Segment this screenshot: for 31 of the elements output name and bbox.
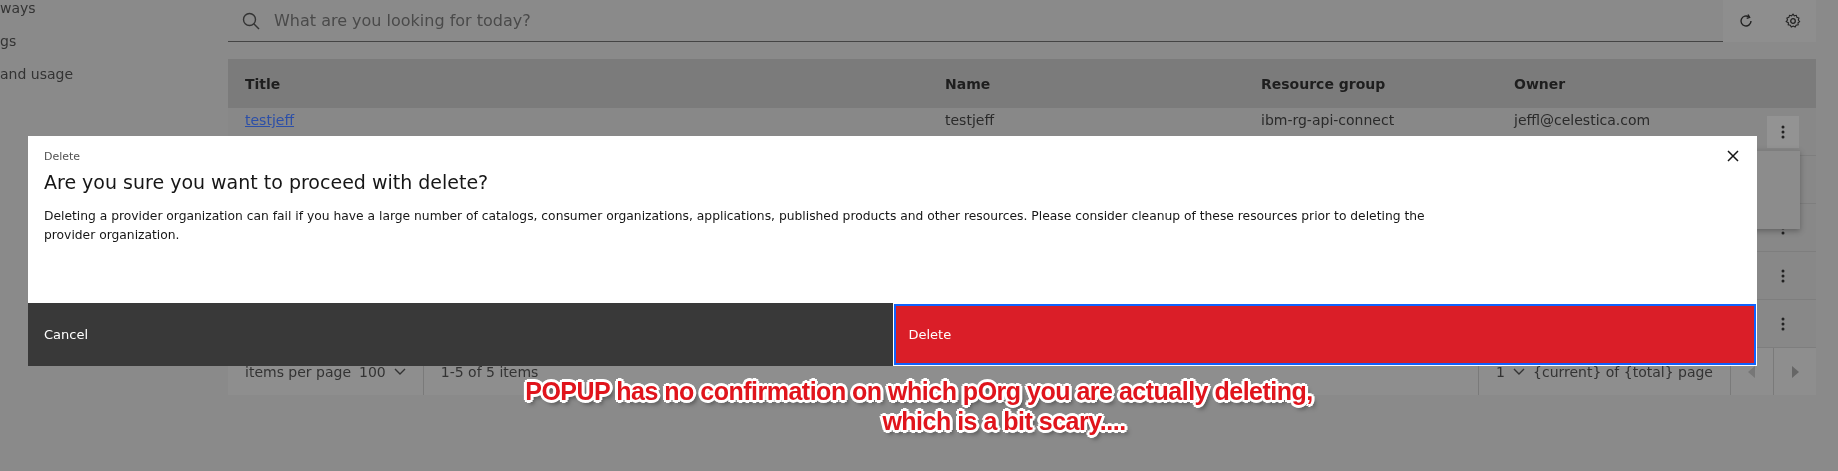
search-field[interactable]: What are you looking for today?: [272, 10, 1723, 31]
search-icon: [242, 11, 260, 30]
sidebar-item[interactable]: gs: [0, 33, 228, 49]
close-button[interactable]: [1727, 150, 1739, 162]
table-cell-text: jeffl@celestica.com: [1512, 111, 1652, 128]
table-cell-text: ibm-rg-api-connect: [1260, 111, 1396, 128]
annotation-text: POPUP has no confirmation on which pOrg you are actually deleting,: [525, 377, 1313, 406]
annotation-text: which is a bit scary....: [882, 406, 1126, 436]
column-header: Title: [244, 75, 282, 92]
dialog-title: Are you sure you want to proceed with delete?: [44, 171, 490, 193]
chevron-down-icon: [1513, 367, 1526, 376]
settings-button[interactable]: [1784, 13, 1801, 29]
items-per-page-label: items per page: [245, 363, 352, 380]
column-header: Name: [944, 75, 992, 92]
page-count-text: {current} of {total} page: [1533, 363, 1713, 380]
previous-page-icon[interactable]: [1748, 365, 1756, 378]
item-range-text: 1-5 of 5 items: [440, 363, 539, 380]
column-header: Resource group: [1260, 75, 1387, 92]
delete-button[interactable]: Delete: [892, 303, 1757, 366]
title-link[interactable]: testjeff: [228, 108, 928, 128]
column-header: Owner: [1513, 75, 1567, 92]
sidebar-item[interactable]: ways: [0, 0, 228, 16]
sidebar-item[interactable]: and usage: [0, 66, 228, 82]
items-per-page-select[interactable]: 100: [359, 363, 386, 380]
table-cell-text: testjeff: [944, 111, 996, 128]
chevron-down-icon: [393, 367, 406, 376]
cancel-button[interactable]: Cancel: [28, 303, 893, 366]
page-select[interactable]: 1: [1496, 363, 1506, 380]
refresh-button[interactable]: [1738, 13, 1755, 29]
dialog-message: Deleting a provider organization can fail if you have a large number of catalogs, consumer organizations, applications, published products and other resources. Please consider cleanup of these resources prior to deleting the provider organization.: [44, 208, 1426, 244]
dialog-label: Delete: [44, 150, 81, 163]
